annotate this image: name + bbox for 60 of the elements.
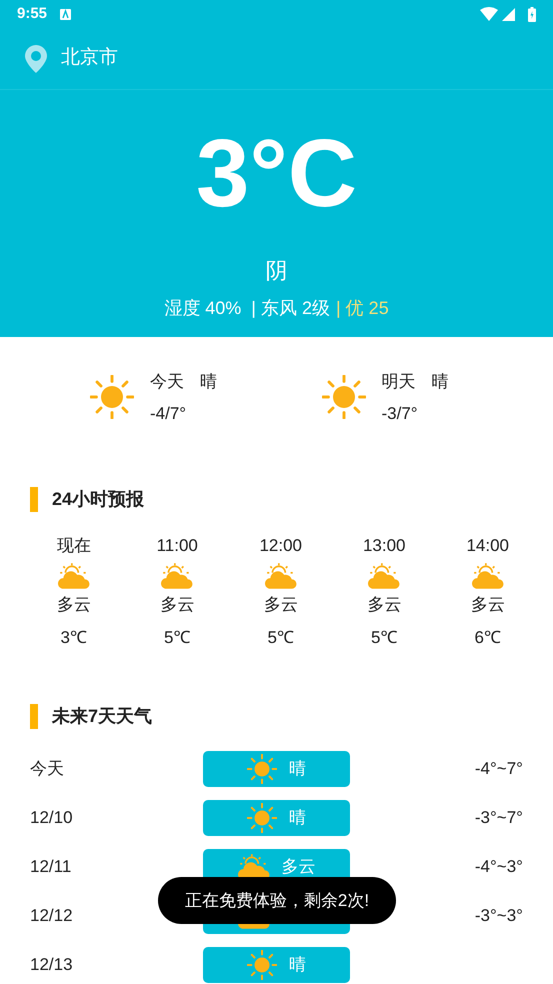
hour-label: 14:00 (466, 535, 510, 557)
day-date: 12/10 (30, 807, 74, 830)
temperature-range: -3°~7° (474, 807, 523, 830)
chip-label: 晴 (289, 807, 306, 830)
hour-label: 11:00 (156, 535, 198, 557)
hour-condition: 多云 (264, 594, 298, 616)
battery-icon (528, 6, 536, 22)
toast-message: 正在免费体验，剩余2次! (158, 877, 396, 924)
hour-condition: 多云 (367, 594, 402, 616)
hour-condition: 多云 (470, 594, 505, 616)
hour-label: 13:00 (362, 535, 406, 557)
sun-cloud-icon (161, 562, 194, 590)
temperature-range: -3/7° (382, 402, 419, 424)
weather-details: 湿度 40% | 东风 2级 (164, 297, 330, 320)
status-time: 9:55 (17, 4, 48, 24)
notification-icon (60, 8, 72, 20)
hour-temperature: 6℃ (474, 627, 501, 649)
day-label: 今天 (150, 371, 184, 393)
air-quality: | 优 25 (336, 297, 389, 320)
sun-cloud-icon (472, 562, 504, 590)
temperature-range: -3°~3° (474, 905, 523, 928)
sun-cloud-icon (58, 562, 90, 590)
section-marker (30, 704, 38, 728)
sun-icon (247, 754, 277, 784)
day-date: 12/12 (30, 905, 74, 928)
chip-label: 晴 (289, 758, 306, 780)
chip-label: 晴 (289, 954, 306, 976)
sun-cloud-icon (264, 562, 297, 590)
day-date: 12/13 (30, 954, 74, 976)
section-marker (30, 487, 38, 512)
section-title: 未来7天天气 (52, 704, 152, 728)
day-date: 12/11 (30, 856, 72, 878)
hour-condition: 多云 (56, 594, 91, 616)
hour-temperature: 5℃ (371, 627, 398, 649)
wifi-icon (480, 7, 498, 21)
day-date: 今天 (30, 758, 65, 780)
temperature-range: -4°~3° (474, 856, 523, 878)
temperature-range: -4/7° (150, 402, 188, 424)
sun-icon (247, 950, 277, 980)
hour-temperature: 5℃ (164, 627, 190, 649)
current-condition: 阴 (266, 257, 288, 285)
hour-temperature: 5℃ (268, 627, 294, 649)
location-pin-icon (25, 44, 47, 72)
current-temperature: 3°C (196, 126, 358, 222)
hour-label: 现在 (56, 535, 91, 557)
city-name[interactable]: 北京市 (61, 44, 118, 73)
day-label: 明天 (382, 371, 416, 393)
day-condition: 晴 (200, 371, 217, 393)
temperature-range: -4°~7° (474, 758, 523, 780)
hour-label: 12:00 (259, 535, 302, 557)
signal-icon (502, 8, 515, 20)
chip-label: 多云 (282, 856, 316, 878)
sun-icon (322, 375, 366, 419)
hour-temperature: 3℃ (60, 627, 87, 649)
sun-icon (90, 375, 134, 419)
day-condition: 晴 (432, 371, 448, 393)
hour-condition: 多云 (160, 594, 194, 616)
section-title: 24小时预报 (52, 488, 144, 511)
sun-icon (247, 803, 277, 833)
sun-cloud-icon (368, 562, 400, 590)
